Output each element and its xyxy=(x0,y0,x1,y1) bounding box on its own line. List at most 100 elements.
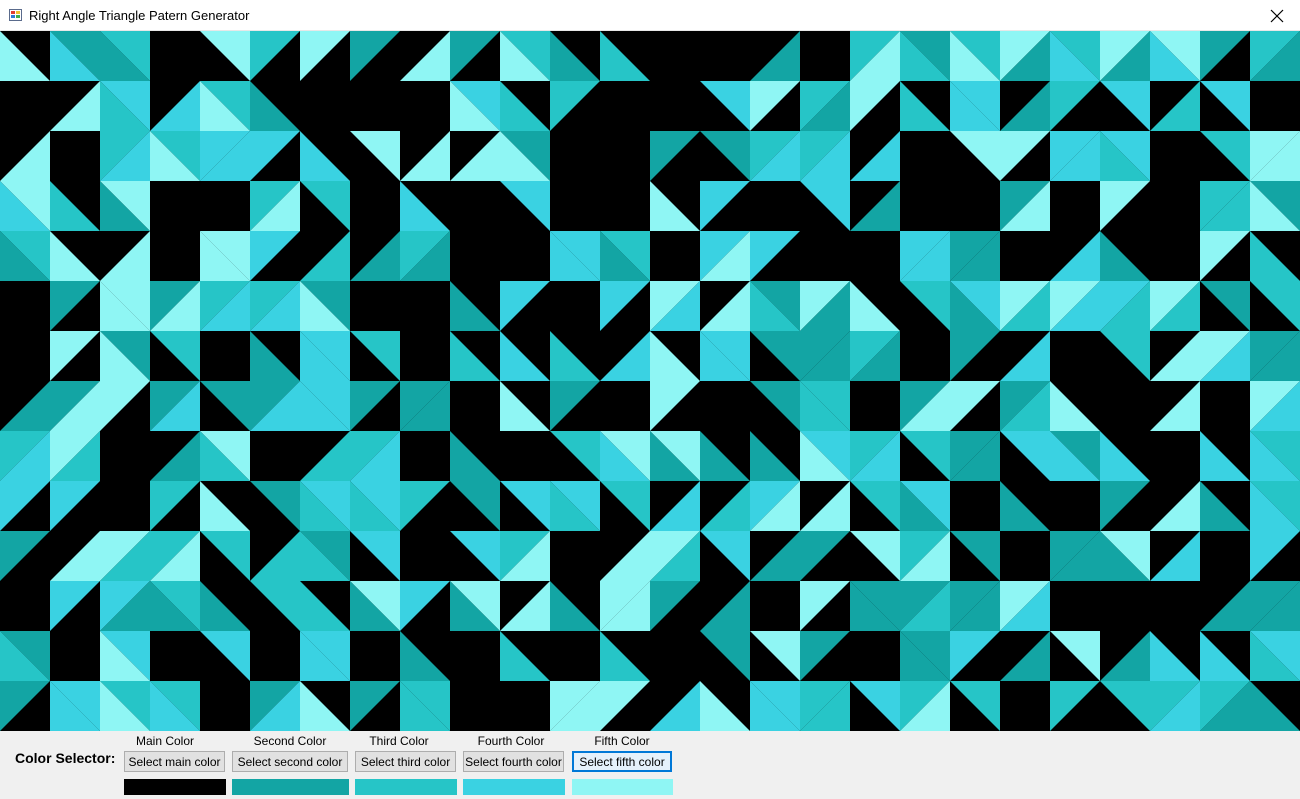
pattern-triangle xyxy=(500,481,550,531)
pattern-triangle xyxy=(250,331,300,381)
select-third-color-button[interactable]: Select third color xyxy=(355,751,456,772)
select-main-color-button[interactable]: Select main color xyxy=(124,751,225,772)
pattern-triangle xyxy=(1100,681,1150,731)
pattern-triangle xyxy=(550,331,600,381)
pattern-triangle xyxy=(600,531,650,581)
close-icon xyxy=(1270,9,1284,22)
pattern-triangle xyxy=(800,531,850,581)
pattern-triangle xyxy=(500,81,550,131)
pattern-triangle xyxy=(550,81,600,131)
pattern-triangle xyxy=(700,131,750,181)
main-color-label: Main Color xyxy=(135,734,195,748)
pattern-triangle xyxy=(350,231,400,281)
pattern-triangle xyxy=(450,481,500,531)
pattern-triangle xyxy=(350,31,400,81)
pattern-triangle xyxy=(950,681,1000,731)
pattern-triangle xyxy=(450,131,500,181)
pattern-triangle xyxy=(650,681,700,731)
pattern-triangle xyxy=(1000,631,1050,681)
pattern-triangle xyxy=(150,81,200,131)
pattern-triangle xyxy=(200,581,250,631)
pattern-triangle xyxy=(800,581,850,631)
pattern-triangle xyxy=(650,481,700,531)
pattern-triangle xyxy=(150,481,200,531)
pattern-triangle xyxy=(300,31,350,81)
fifth-color-swatch xyxy=(572,779,673,795)
triangle-pattern-canvas xyxy=(0,31,1300,731)
pattern-triangle xyxy=(300,181,350,231)
pattern-triangle xyxy=(0,381,50,431)
pattern-triangle xyxy=(1100,231,1150,281)
pattern-triangle xyxy=(200,531,250,581)
pattern-triangle xyxy=(750,331,800,381)
pattern-triangle xyxy=(1200,81,1250,131)
pattern-triangle xyxy=(950,531,1000,581)
fourth-color-label: Fourth Color xyxy=(477,734,545,748)
pattern-triangle xyxy=(250,81,300,131)
pattern-triangle xyxy=(950,131,1000,181)
second-color-swatch xyxy=(232,779,349,795)
pattern-triangle xyxy=(1100,331,1150,381)
pattern-triangle xyxy=(1050,381,1100,431)
pattern-triangle xyxy=(750,31,800,81)
third-color-swatch xyxy=(355,779,457,795)
pattern-triangle xyxy=(1000,481,1050,531)
pattern-triangle xyxy=(450,431,500,481)
pattern-triangle xyxy=(850,531,900,581)
pattern-triangle xyxy=(400,631,450,681)
pattern-triangle xyxy=(450,531,500,581)
pattern-triangle xyxy=(1000,431,1050,481)
pattern-triangle xyxy=(700,181,750,231)
pattern-triangle xyxy=(400,31,450,81)
pattern-triangle xyxy=(1250,281,1300,331)
pattern-triangle xyxy=(500,331,550,381)
pattern-triangle xyxy=(0,681,50,731)
pattern-triangle xyxy=(1200,31,1250,81)
pattern-triangle xyxy=(1100,631,1150,681)
select-second-color-button[interactable]: Select second color xyxy=(232,751,348,772)
pattern-triangle xyxy=(500,381,550,431)
pattern-triangle xyxy=(750,431,800,481)
pattern-triangle xyxy=(250,231,300,281)
pattern-triangle xyxy=(500,281,550,331)
pattern-triangle xyxy=(750,81,800,131)
pattern-triangle xyxy=(750,531,800,581)
pattern-triangle xyxy=(400,581,450,631)
pattern-triangle xyxy=(400,181,450,231)
pattern-triangle xyxy=(500,181,550,231)
pattern-triangle xyxy=(800,181,850,231)
pattern-triangle xyxy=(950,631,1000,681)
pattern-triangle xyxy=(400,131,450,181)
pattern-triangle xyxy=(550,381,600,431)
pattern-triangle xyxy=(0,131,50,181)
pattern-triangle xyxy=(1150,631,1200,681)
pattern-triangle xyxy=(400,481,450,531)
pattern-triangle xyxy=(0,31,50,81)
pattern-triangle xyxy=(650,381,700,431)
pattern-triangle xyxy=(350,131,400,181)
pattern-triangle xyxy=(650,181,700,231)
pattern-triangle xyxy=(700,581,750,631)
select-fifth-color-button[interactable]: Select fifth color xyxy=(572,751,672,772)
select-fourth-color-button[interactable]: Select fourth color xyxy=(463,751,564,772)
pattern-triangle xyxy=(300,431,350,481)
pattern-triangle xyxy=(250,31,300,81)
pattern-triangle xyxy=(350,681,400,731)
pattern-triangle xyxy=(750,231,800,281)
close-button[interactable] xyxy=(1254,0,1300,31)
third-color-label: Third Color xyxy=(369,734,429,748)
pattern-triangle xyxy=(300,681,350,731)
pattern-triangle xyxy=(50,81,100,131)
pattern-triangle xyxy=(350,331,400,381)
pattern-triangle xyxy=(1100,481,1150,531)
pattern-triangle xyxy=(1100,431,1150,481)
pattern-triangle xyxy=(600,31,650,81)
pattern-triangle xyxy=(700,631,750,681)
app-icon xyxy=(9,9,22,21)
pattern-triangle xyxy=(600,481,650,531)
pattern-triangle xyxy=(900,81,950,131)
pattern-triangle xyxy=(600,281,650,331)
pattern-triangle xyxy=(1150,81,1200,131)
pattern-triangle xyxy=(1150,531,1200,581)
pattern-triangle xyxy=(1050,81,1100,131)
